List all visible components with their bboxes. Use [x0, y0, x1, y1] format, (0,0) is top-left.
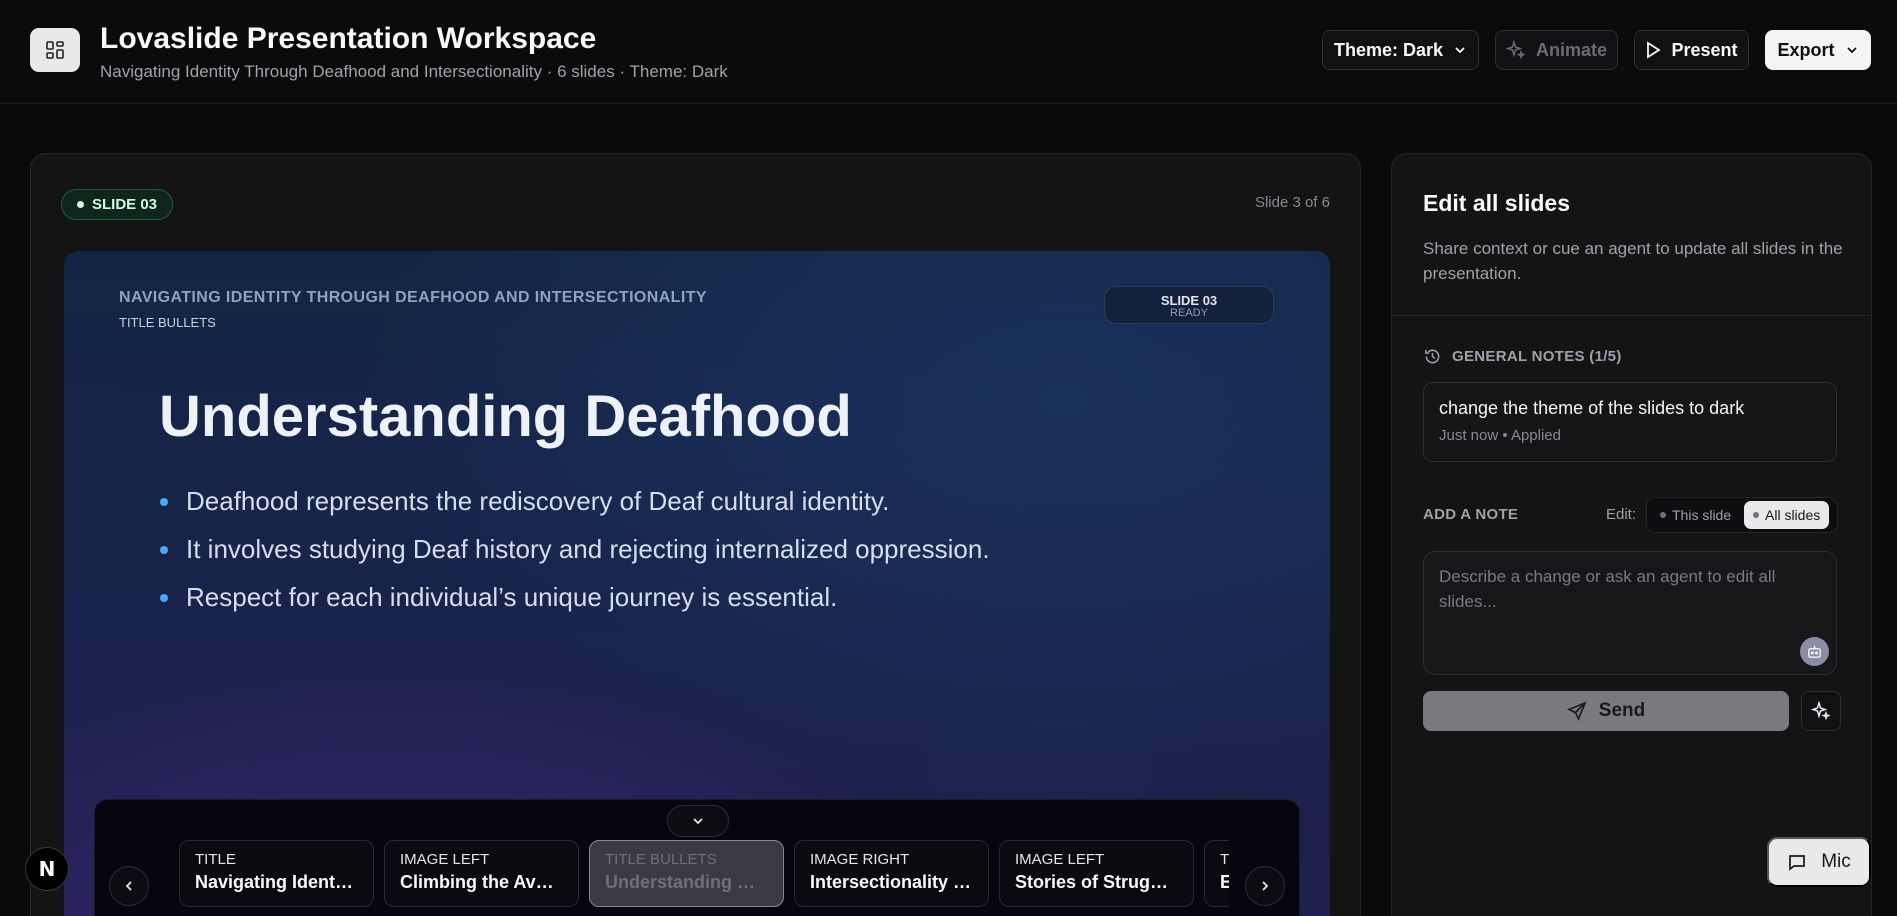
deck-title: NAVIGATING IDENTITY THROUGH DEAFHOOD AND… — [119, 289, 707, 306]
chevron-down-icon — [1846, 47, 1857, 54]
present-label: Present — [1671, 39, 1738, 60]
dashboard-icon[interactable] — [30, 28, 80, 72]
animate-button[interactable]: Animate — [1495, 30, 1618, 70]
previous-slide-button[interactable] — [109, 866, 149, 906]
status-dot-icon — [77, 201, 84, 208]
slide-canvas[interactable]: NAVIGATING IDENTITY THROUGH DEAFHOOD AND… — [64, 251, 1330, 916]
image-placeholder — [924, 691, 1154, 801]
ai-assist-button[interactable] — [1801, 691, 1841, 731]
scope-this-label: This slide — [1672, 507, 1732, 523]
theme-dropdown-button[interactable]: Theme: Dark — [1322, 30, 1479, 70]
thumbnail-title: Understanding Deafh... — [605, 872, 768, 892]
export-button[interactable]: Export — [1765, 30, 1871, 70]
thumbnail-layout: IMAGE LEFT — [1015, 851, 1105, 868]
note-meta: Just now • Applied — [1439, 427, 1561, 444]
thumbnail-layout: TITLE — [1220, 851, 1229, 868]
app-title: Lovaslide Presentation Workspace — [100, 22, 597, 55]
divider — [1392, 315, 1871, 316]
app-subtitle: Navigating Identity Through Deafhood and… — [100, 62, 728, 81]
edit-panel: Edit all slides Share context or cue an … — [1391, 153, 1872, 916]
slide-heading[interactable]: Understanding Deafhood — [159, 383, 852, 450]
slide-status-ready: READY — [1170, 307, 1208, 319]
slide-thumbnail[interactable]: TITLE En... — [1204, 840, 1229, 907]
radio-dot-icon — [1660, 512, 1666, 518]
send-icon — [1566, 701, 1587, 721]
edit-scope-toggle: This slide All slides — [1646, 497, 1838, 533]
thumbnail-layout: TITLE — [195, 851, 236, 868]
chat-icon — [1789, 855, 1806, 871]
thumbnail-layout: TITLE BULLETS — [605, 851, 717, 868]
slide-status-number: SLIDE 03 — [1160, 293, 1218, 308]
history-icon — [1425, 349, 1440, 364]
note-input[interactable] — [1423, 551, 1837, 675]
slide-badge: SLIDE 03 — [61, 189, 174, 220]
bot-icon[interactable] — [1800, 637, 1829, 666]
chevron-left-icon — [125, 881, 132, 891]
send-button[interactable]: Send — [1423, 691, 1789, 731]
next-slide-button[interactable] — [1245, 866, 1285, 906]
framework-logo[interactable]: N — [25, 847, 69, 891]
general-notes-header: GENERAL NOTES (1/5) — [1423, 347, 1622, 366]
slide-editor: SLIDE 03 Slide 3 of 6 NAVIGATING IDENTIT… — [30, 153, 1361, 916]
panel-description: Share context or cue an agent to update … — [1423, 239, 1843, 283]
radio-dot-icon — [1753, 512, 1759, 518]
slide-filmstrip: TITLE Navigating Identity T... IMAGE LEF… — [94, 799, 1300, 916]
slide-thumbnail[interactable]: IMAGE LEFT Stories of Struggle an... — [999, 840, 1194, 907]
thumbnail-layout: IMAGE LEFT — [400, 851, 490, 868]
thumbnail-list: TITLE Navigating Identity T... IMAGE LEF… — [179, 840, 1229, 910]
collapse-filmstrip-button[interactable] — [667, 805, 729, 837]
thumbnail-title: Stories of Struggle an... — [1015, 872, 1178, 892]
slide-thumbnail[interactable]: TITLE Navigating Identity T... — [179, 840, 374, 907]
bullet-item[interactable]: Respect for each individual’s unique jou… — [159, 579, 990, 627]
scope-this-slide[interactable]: This slide — [1651, 501, 1740, 529]
bullet-item[interactable]: Deafhood represents the rediscovery of D… — [159, 483, 990, 531]
play-icon — [1647, 41, 1662, 59]
general-notes-label: GENERAL NOTES (1/5) — [1452, 348, 1622, 365]
slide-layout-label: TITLE BULLETS — [119, 315, 216, 330]
add-note-label: ADD A NOTE — [1423, 506, 1519, 523]
top-bar: Lovaslide Presentation Workspace Navigat… — [0, 0, 1897, 104]
scope-all-label: All slides — [1765, 507, 1821, 523]
animate-label: Animate — [1535, 39, 1607, 60]
sparkles-icon — [1505, 40, 1526, 60]
chevron-down-icon — [1455, 47, 1465, 54]
chevron-right-icon — [1262, 881, 1269, 891]
theme-label: Theme: Dark — [1333, 39, 1444, 60]
note-text: change the theme of the slides to dark — [1439, 398, 1745, 418]
mic-button[interactable]: Mic — [1767, 837, 1871, 887]
chevron-down-icon — [693, 818, 703, 825]
slide-bullets: Deafhood represents the rediscovery of D… — [159, 483, 990, 627]
thumbnail-title: Navigating Identity T... — [195, 872, 358, 892]
mic-label: Mic — [1821, 851, 1851, 872]
sparkles-icon — [1811, 701, 1831, 721]
thumbnail-title: Intersectionality Expl... — [810, 872, 973, 892]
present-button[interactable]: Present — [1634, 30, 1749, 70]
note-card[interactable]: change the theme of the slides to dark J… — [1423, 382, 1837, 462]
thumbnail-title: En... — [1220, 872, 1229, 893]
panel-title: Edit all slides — [1423, 190, 1570, 216]
slide-thumbnail[interactable]: IMAGE RIGHT Intersectionality Expl... — [794, 840, 989, 907]
slide-thumbnail-active[interactable]: TITLE BULLETS Understanding Deafh... — [589, 840, 784, 907]
app-root: Lovaslide Presentation Workspace Navigat… — [0, 0, 1897, 916]
slide-counter: Slide 3 of 6 — [1254, 194, 1330, 211]
thumbnail-title: Climbing the Avalanc... — [400, 872, 563, 892]
slide-status-pill: SLIDE 03 READY — [1104, 286, 1274, 324]
edit-scope-label: Edit: — [1606, 506, 1637, 523]
slide-thumbnail[interactable]: IMAGE LEFT Climbing the Avalanc... — [384, 840, 579, 907]
thumbnail-layout: IMAGE RIGHT — [810, 851, 910, 868]
export-label: Export — [1777, 39, 1835, 60]
send-label: Send — [1598, 700, 1646, 721]
slide-badge-label: SLIDE 03 — [92, 196, 158, 213]
scope-all-slides[interactable]: All slides — [1744, 501, 1830, 529]
bullet-item[interactable]: It involves studying Deaf history and re… — [159, 531, 990, 579]
